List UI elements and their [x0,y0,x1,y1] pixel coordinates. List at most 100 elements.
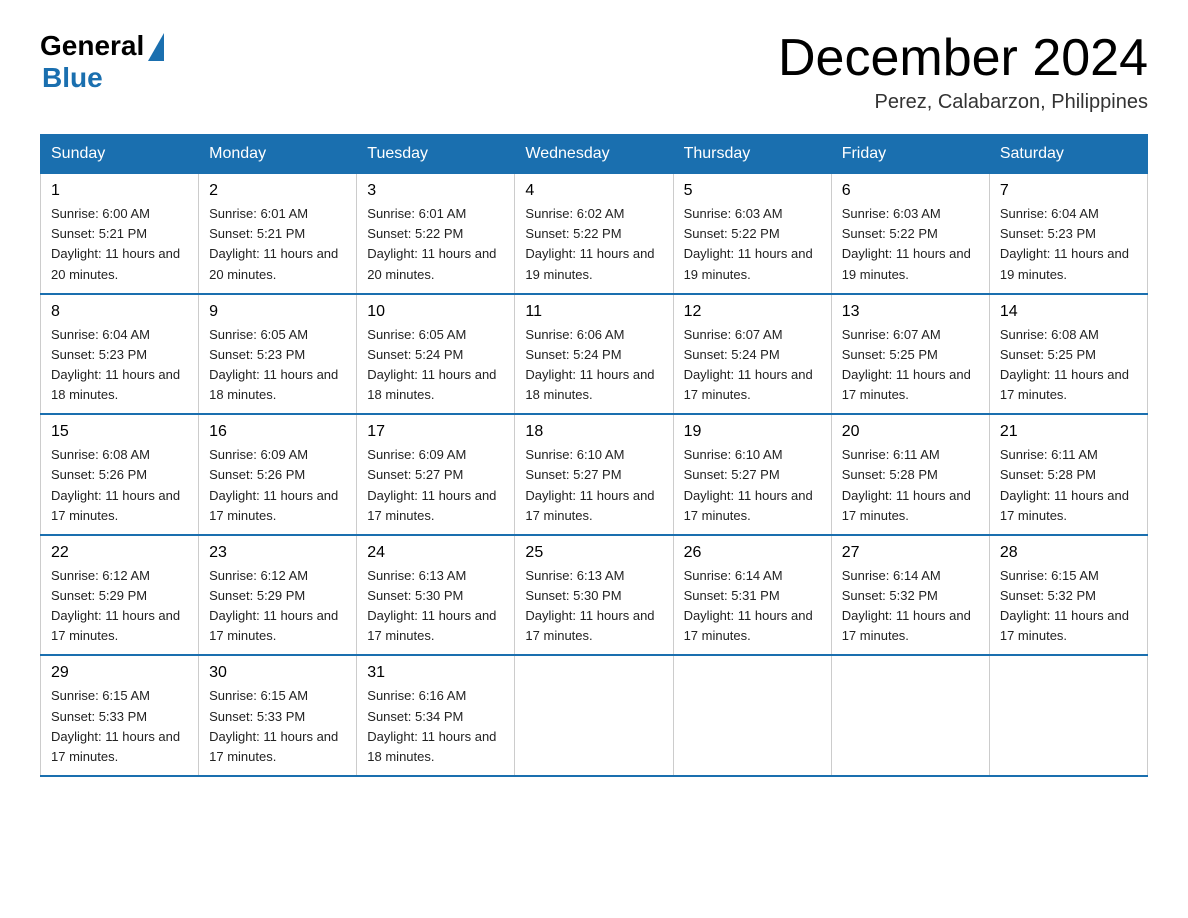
day-number: 3 [367,182,504,200]
calendar-cell [831,655,989,776]
calendar-cell: 6Sunrise: 6:03 AMSunset: 5:22 PMDaylight… [831,174,989,294]
day-number: 14 [1000,303,1137,321]
calendar-cell: 19 Sunrise: 6:10 AMSunset: 5:27 PMDayligh… [673,414,831,535]
day-number: 2 [209,182,346,200]
calendar-cell: 13 Sunrise: 6:07 AMSunset: 5:25 PMDayligh… [831,294,989,415]
calendar-cell: 8Sunrise: 6:04 AMSunset: 5:23 PMDaylight… [41,294,199,415]
calendar-cell: 28 Sunrise: 6:15 AMSunset: 5:32 PMDayligh… [989,535,1147,656]
day-info: Sunrise: 6:10 AMSunset: 5:27 PMDaylight:… [684,445,821,526]
day-info: Sunrise: 6:14 AMSunset: 5:31 PMDaylight:… [684,566,821,647]
day-info: Sunrise: 6:01 AMSunset: 5:22 PMDaylight:… [367,204,504,285]
day-info: Sunrise: 6:04 AMSunset: 5:23 PMDaylight:… [1000,204,1137,285]
header-saturday: Saturday [989,135,1147,174]
calendar-cell: 5Sunrise: 6:03 AMSunset: 5:22 PMDaylight… [673,174,831,294]
day-number: 28 [1000,544,1137,562]
day-info: Sunrise: 6:05 AMSunset: 5:23 PMDaylight:… [209,325,346,406]
day-number: 16 [209,423,346,441]
day-info: Sunrise: 6:08 AMSunset: 5:25 PMDaylight:… [1000,325,1137,406]
day-info: Sunrise: 6:15 AMSunset: 5:32 PMDaylight:… [1000,566,1137,647]
logo-general-text: General [40,30,144,62]
calendar-cell: 30 Sunrise: 6:15 AMSunset: 5:33 PMDayligh… [199,655,357,776]
header-monday: Monday [199,135,357,174]
calendar-cell: 7 Sunrise: 6:04 AMSunset: 5:23 PMDaylight… [989,174,1147,294]
header-thursday: Thursday [673,135,831,174]
day-number: 7 [1000,182,1137,200]
calendar-cell: 3 Sunrise: 6:01 AMSunset: 5:22 PMDaylight… [357,174,515,294]
day-info: Sunrise: 6:07 AMSunset: 5:25 PMDaylight:… [842,325,979,406]
day-number: 23 [209,544,346,562]
day-number: 15 [51,423,188,441]
day-info: Sunrise: 6:03 AMSunset: 5:22 PMDaylight:… [842,204,979,285]
calendar-week-row: 1 Sunrise: 6:00 AMSunset: 5:21 PMDaylight… [41,174,1148,294]
calendar-cell: 22 Sunrise: 6:12 AMSunset: 5:29 PMDayligh… [41,535,199,656]
logo-blue-text: Blue [42,62,103,94]
day-number: 31 [367,664,504,682]
calendar-cell: 23 Sunrise: 6:12 AMSunset: 5:29 PMDayligh… [199,535,357,656]
header-wednesday: Wednesday [515,135,673,174]
calendar-table: SundayMondayTuesdayWednesdayThursdayFrid… [40,134,1148,777]
day-number: 20 [842,423,979,441]
day-info: Sunrise: 6:13 AMSunset: 5:30 PMDaylight:… [367,566,504,647]
day-info: Sunrise: 6:01 AMSunset: 5:21 PMDaylight:… [209,204,346,285]
day-info: Sunrise: 6:09 AMSunset: 5:27 PMDaylight:… [367,445,504,526]
calendar-week-row: 8Sunrise: 6:04 AMSunset: 5:23 PMDaylight… [41,294,1148,415]
header-sunday: Sunday [41,135,199,174]
day-number: 19 [684,423,821,441]
calendar-cell: 25 Sunrise: 6:13 AMSunset: 5:30 PMDayligh… [515,535,673,656]
day-info: Sunrise: 6:13 AMSunset: 5:30 PMDaylight:… [525,566,662,647]
day-number: 11 [525,303,662,321]
day-info: Sunrise: 6:12 AMSunset: 5:29 PMDaylight:… [51,566,188,647]
day-info: Sunrise: 6:08 AMSunset: 5:26 PMDaylight:… [51,445,188,526]
day-number: 5 [684,182,821,200]
logo-triangle-icon [148,33,164,61]
logo: General Blue [40,30,164,94]
day-number: 24 [367,544,504,562]
day-number: 18 [525,423,662,441]
day-info: Sunrise: 6:09 AMSunset: 5:26 PMDaylight:… [209,445,346,526]
day-info: Sunrise: 6:15 AMSunset: 5:33 PMDaylight:… [209,686,346,767]
calendar-header-row: SundayMondayTuesdayWednesdayThursdayFrid… [41,135,1148,174]
calendar-cell: 31 Sunrise: 6:16 AMSunset: 5:34 PMDayligh… [357,655,515,776]
calendar-cell: 12Sunrise: 6:07 AMSunset: 5:24 PMDayligh… [673,294,831,415]
day-info: Sunrise: 6:11 AMSunset: 5:28 PMDaylight:… [842,445,979,526]
day-info: Sunrise: 6:12 AMSunset: 5:29 PMDaylight:… [209,566,346,647]
day-info: Sunrise: 6:11 AMSunset: 5:28 PMDaylight:… [1000,445,1137,526]
day-info: Sunrise: 6:02 AMSunset: 5:22 PMDaylight:… [525,204,662,285]
calendar-cell: 2 Sunrise: 6:01 AMSunset: 5:21 PMDaylight… [199,174,357,294]
calendar-cell: 21 Sunrise: 6:11 AMSunset: 5:28 PMDayligh… [989,414,1147,535]
day-number: 22 [51,544,188,562]
calendar-cell: 24 Sunrise: 6:13 AMSunset: 5:30 PMDayligh… [357,535,515,656]
day-number: 17 [367,423,504,441]
month-title: December 2024 [778,30,1148,87]
calendar-cell: 29Sunrise: 6:15 AMSunset: 5:33 PMDayligh… [41,655,199,776]
calendar-week-row: 29Sunrise: 6:15 AMSunset: 5:33 PMDayligh… [41,655,1148,776]
day-info: Sunrise: 6:10 AMSunset: 5:27 PMDaylight:… [525,445,662,526]
calendar-cell: 9Sunrise: 6:05 AMSunset: 5:23 PMDaylight… [199,294,357,415]
day-number: 30 [209,664,346,682]
day-number: 8 [51,303,188,321]
day-info: Sunrise: 6:15 AMSunset: 5:33 PMDaylight:… [51,686,188,767]
day-number: 25 [525,544,662,562]
header-friday: Friday [831,135,989,174]
calendar-cell [515,655,673,776]
day-number: 27 [842,544,979,562]
day-number: 13 [842,303,979,321]
day-number: 4 [525,182,662,200]
day-info: Sunrise: 6:00 AMSunset: 5:21 PMDaylight:… [51,204,188,285]
day-number: 12 [684,303,821,321]
day-info: Sunrise: 6:05 AMSunset: 5:24 PMDaylight:… [367,325,504,406]
calendar-cell: 18 Sunrise: 6:10 AMSunset: 5:27 PMDayligh… [515,414,673,535]
day-info: Sunrise: 6:16 AMSunset: 5:34 PMDaylight:… [367,686,504,767]
day-number: 1 [51,182,188,200]
calendar-cell [989,655,1147,776]
day-number: 26 [684,544,821,562]
day-number: 21 [1000,423,1137,441]
location-label: Perez, Calabarzon, Philippines [778,91,1148,114]
calendar-cell: 27Sunrise: 6:14 AMSunset: 5:32 PMDayligh… [831,535,989,656]
calendar-cell: 10 Sunrise: 6:05 AMSunset: 5:24 PMDayligh… [357,294,515,415]
calendar-week-row: 22 Sunrise: 6:12 AMSunset: 5:29 PMDayligh… [41,535,1148,656]
calendar-cell: 4 Sunrise: 6:02 AMSunset: 5:22 PMDaylight… [515,174,673,294]
day-number: 10 [367,303,504,321]
calendar-cell: 26 Sunrise: 6:14 AMSunset: 5:31 PMDayligh… [673,535,831,656]
title-section: December 2024 Perez, Calabarzon, Philipp… [778,30,1148,114]
